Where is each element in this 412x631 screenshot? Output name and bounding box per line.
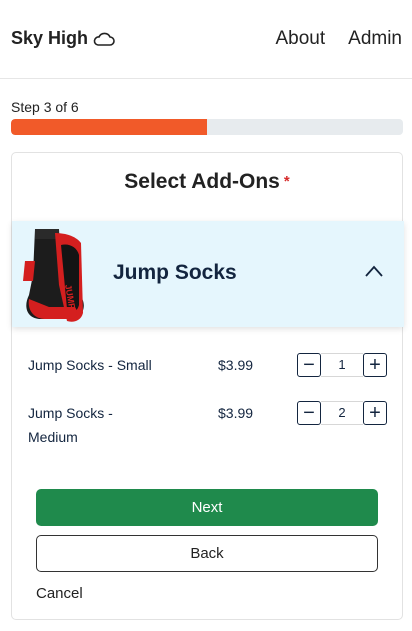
- accordion-title: Jump Socks: [113, 261, 237, 284]
- plus-icon: +: [369, 354, 381, 376]
- accordion-jump-socks-header[interactable]: JUMP Jump Socks: [12, 221, 404, 327]
- quantity-stepper: − 1 +: [297, 353, 387, 377]
- back-button[interactable]: Back: [36, 535, 378, 572]
- addons-card: Select Add-Ons * JUMP Jump Socks Jump Soc…: [11, 152, 404, 620]
- addon-name: Jump Socks - Small: [28, 357, 152, 373]
- app-header: Sky High About Admin: [0, 0, 412, 79]
- progress-bar: [11, 119, 403, 135]
- cancel-link[interactable]: Cancel: [36, 585, 83, 602]
- increment-button[interactable]: +: [363, 401, 387, 425]
- nav-admin-link[interactable]: Admin: [348, 28, 402, 50]
- nav-about-link[interactable]: About: [275, 28, 325, 50]
- minus-icon: −: [303, 354, 315, 376]
- step-indicator: Step 3 of 6: [11, 99, 79, 115]
- next-button[interactable]: Next: [36, 489, 378, 526]
- cloud-icon: [93, 32, 115, 46]
- card-title: Select Add-Ons *: [12, 170, 402, 194]
- chevron-up-icon[interactable]: [364, 264, 384, 278]
- required-asterisk: *: [283, 173, 290, 190]
- progress-bar-fill: [11, 119, 207, 135]
- brand-logo[interactable]: Sky High: [11, 28, 115, 49]
- card-title-text: Select Add-Ons: [124, 170, 280, 193]
- addon-price: $3.99: [218, 357, 254, 373]
- minus-icon: −: [303, 402, 315, 424]
- quantity-input[interactable]: 1: [321, 353, 363, 377]
- brand-name: Sky High: [11, 28, 89, 48]
- plus-icon: +: [369, 402, 381, 424]
- increment-button[interactable]: +: [363, 353, 387, 377]
- decrement-button[interactable]: −: [297, 401, 321, 425]
- addon-name: Jump Socks - Medium: [28, 405, 113, 445]
- jump-socks-image: JUMP: [23, 229, 84, 322]
- decrement-button[interactable]: −: [297, 353, 321, 377]
- addon-price: $3.99: [218, 405, 254, 421]
- top-nav: About Admin: [275, 28, 402, 50]
- quantity-input[interactable]: 2: [321, 401, 363, 425]
- quantity-stepper: − 2 +: [297, 401, 387, 425]
